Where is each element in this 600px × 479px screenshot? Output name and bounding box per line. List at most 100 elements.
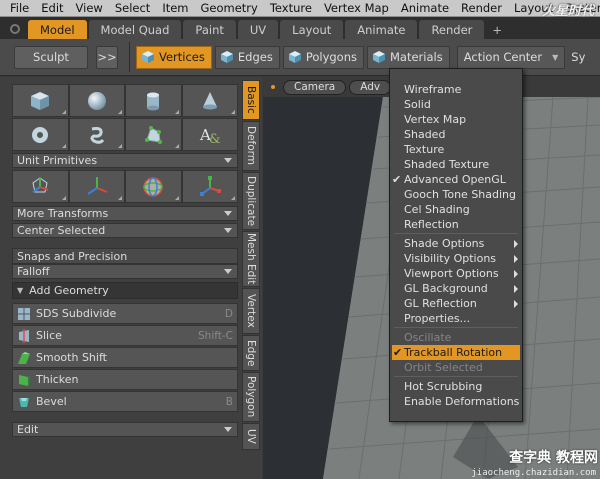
thicken-icon bbox=[17, 373, 31, 387]
menu-item-trackball-rotation[interactable]: ✔ Trackball Rotation bbox=[392, 345, 520, 360]
camera-button[interactable]: Camera bbox=[283, 79, 347, 95]
smooth-shift-label: Smooth Shift bbox=[36, 351, 107, 364]
menu-item-shaded-texture[interactable]: Shaded Texture bbox=[390, 157, 522, 172]
expand-triangle-icon bbox=[174, 196, 179, 200]
bevel-button[interactable]: Bevel B bbox=[12, 391, 238, 412]
menu-texture[interactable]: Texture bbox=[264, 1, 318, 15]
submenu-arrow-icon bbox=[514, 255, 518, 263]
menu-item-gl-reflection[interactable]: GL Reflection bbox=[390, 296, 522, 311]
text-tool-button[interactable]: A & bbox=[181, 118, 238, 151]
vtab-edge[interactable]: Edge bbox=[242, 335, 260, 371]
more-transforms-dropdown[interactable]: More Transforms bbox=[12, 206, 238, 221]
vtab-vertex[interactable]: Vertex bbox=[242, 288, 260, 334]
slice-label: Slice bbox=[36, 329, 62, 342]
cube-tool-button[interactable] bbox=[12, 84, 69, 117]
menu-file[interactable]: File bbox=[0, 1, 35, 15]
vtab-uv[interactable]: UV bbox=[242, 423, 260, 450]
menu-select[interactable]: Select bbox=[109, 1, 156, 15]
menu-item-viewport-options[interactable]: Viewport Options bbox=[390, 266, 522, 281]
slice-button[interactable]: Slice Shift-C bbox=[12, 325, 238, 346]
scale-icon bbox=[199, 175, 221, 196]
vtab-polygon[interactable]: Polygon bbox=[242, 372, 260, 422]
menu-item-hot-scrubbing[interactable]: Hot Scrubbing bbox=[390, 379, 522, 394]
chevron-down-icon bbox=[224, 158, 232, 163]
torus-tool-button[interactable] bbox=[12, 118, 69, 151]
vtab-duplicate[interactable]: Duplicate bbox=[242, 172, 260, 230]
menu-item-gl-background[interactable]: GL Background bbox=[390, 281, 522, 296]
move-tool-button[interactable] bbox=[12, 170, 69, 203]
ring-icon[interactable] bbox=[10, 24, 20, 34]
materials-label: Materials bbox=[390, 50, 443, 64]
menu-item-shaded[interactable]: Shaded bbox=[390, 127, 522, 142]
sphere-tool-button[interactable] bbox=[68, 84, 125, 117]
tab-animate[interactable]: Animate bbox=[345, 20, 418, 39]
menu-edit[interactable]: Edit bbox=[35, 1, 69, 15]
tab-uv[interactable]: UV bbox=[237, 20, 279, 39]
menu-item-reflection[interactable]: Reflection bbox=[390, 217, 522, 232]
falloff-dropdown[interactable]: Falloff bbox=[12, 264, 238, 279]
menu-geometry[interactable]: Geometry bbox=[195, 1, 264, 15]
smooth-shift-button[interactable]: Smooth Shift bbox=[12, 347, 238, 368]
edit-dropdown[interactable]: Edit bbox=[12, 422, 238, 437]
menu-item-shade-options[interactable]: Shade Options bbox=[390, 236, 522, 251]
transform-tool-button[interactable] bbox=[68, 170, 125, 203]
menu-item-solid[interactable]: Solid bbox=[390, 97, 522, 112]
add-tab-button[interactable]: + bbox=[486, 20, 508, 39]
add-geometry-header[interactable]: ▼ Add Geometry bbox=[12, 282, 238, 299]
edges-button[interactable]: Edges bbox=[214, 45, 280, 69]
sds-subdivide-button[interactable]: SDS Subdivide D bbox=[12, 303, 238, 324]
menu-separator bbox=[394, 327, 518, 328]
unit-primitives-dropdown[interactable]: Unit Primitives bbox=[12, 153, 238, 168]
chevron-down-icon bbox=[224, 228, 232, 233]
pen-tool-button[interactable] bbox=[125, 118, 182, 151]
polygons-button[interactable]: Polygons bbox=[282, 45, 364, 69]
materials-button[interactable]: Materials bbox=[367, 45, 450, 69]
transform-row bbox=[12, 170, 238, 203]
sculpt-button[interactable]: Sculpt bbox=[14, 45, 88, 69]
rotate-tool-button[interactable] bbox=[125, 170, 182, 203]
menu-item-vertex-map[interactable]: Vertex Map bbox=[390, 112, 522, 127]
menu-item-gooch-tone-shading[interactable]: Gooch Tone Shading bbox=[390, 187, 522, 202]
menu-item-properties[interactable]: Properties... bbox=[390, 311, 522, 326]
menu-separator bbox=[394, 376, 518, 377]
viewport-dot-icon[interactable] bbox=[271, 85, 275, 89]
slice-icon bbox=[17, 328, 31, 343]
menu-animate[interactable]: Animate bbox=[395, 1, 455, 15]
scale-tool-button[interactable] bbox=[181, 170, 238, 203]
tab-layout[interactable]: Layout bbox=[280, 20, 344, 39]
capsule-tool-button[interactable] bbox=[68, 118, 125, 151]
vtab-deform[interactable]: Deform bbox=[242, 121, 260, 171]
menu-item-cel-shading[interactable]: Cel Shading bbox=[390, 202, 522, 217]
menu-item[interactable]: Item bbox=[156, 1, 194, 15]
menu-item-advanced-opengl[interactable]: ✔ Advanced OpenGL bbox=[390, 172, 522, 187]
menu-item-texture[interactable]: Texture bbox=[390, 142, 522, 157]
menu-separator bbox=[394, 233, 518, 234]
symmetry-label[interactable]: Sy bbox=[571, 50, 585, 64]
menu-render[interactable]: Render bbox=[455, 1, 508, 15]
tab-model-quad[interactable]: Model Quad bbox=[88, 20, 182, 39]
thicken-button[interactable]: Thicken bbox=[12, 369, 238, 390]
expand-triangle-icon bbox=[61, 110, 66, 114]
vertices-label: Vertices bbox=[159, 50, 205, 64]
tab-model[interactable]: Model bbox=[28, 20, 87, 39]
more-button[interactable]: >> bbox=[96, 45, 118, 69]
vertices-button[interactable]: Vertices bbox=[136, 45, 212, 69]
menu-item-wireframe[interactable]: Wireframe bbox=[390, 82, 522, 97]
cone-tool-button[interactable] bbox=[181, 84, 238, 117]
vtab-basic[interactable]: Basic bbox=[242, 80, 260, 120]
vtab-mesh-edit[interactable]: Mesh Edit bbox=[242, 231, 260, 287]
pen-icon bbox=[145, 125, 163, 144]
shading-button[interactable]: Adv bbox=[349, 79, 392, 95]
menu-item-visibility-options[interactable]: Visibility Options bbox=[390, 251, 522, 266]
menu-item-enable-deformations[interactable]: Enable Deformations bbox=[390, 394, 522, 409]
tab-render[interactable]: Render bbox=[419, 20, 485, 39]
submenu-arrow-icon bbox=[514, 300, 518, 308]
menu-view[interactable]: View bbox=[70, 1, 109, 15]
menu-vertex-map[interactable]: Vertex Map bbox=[318, 1, 395, 15]
tab-paint[interactable]: Paint bbox=[183, 20, 236, 39]
move-icon bbox=[32, 176, 49, 193]
snaps-precision-button[interactable]: Snaps and Precision bbox=[12, 248, 238, 264]
action-center-dropdown[interactable]: Action Center ▼ bbox=[456, 45, 566, 69]
center-selected-dropdown[interactable]: Center Selected bbox=[12, 223, 238, 238]
cylinder-tool-button[interactable] bbox=[125, 84, 182, 117]
